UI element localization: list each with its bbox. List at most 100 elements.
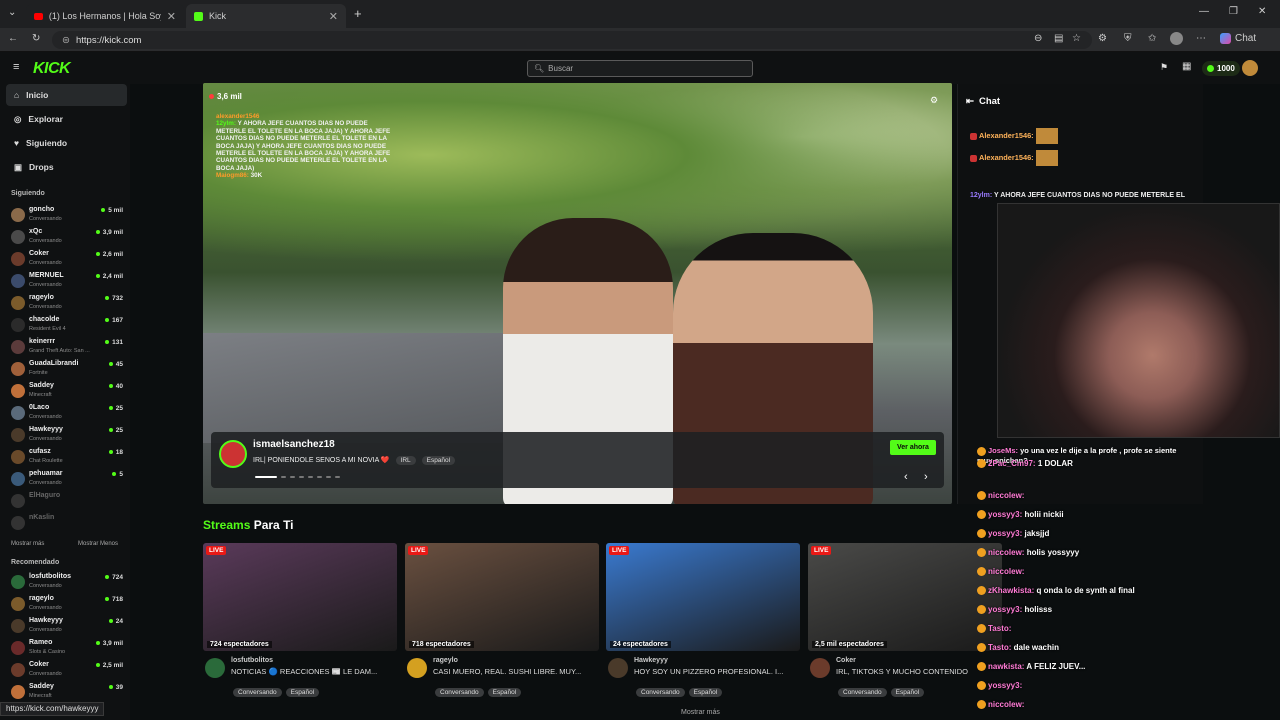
watch-now-button[interactable]: Ver ahora	[890, 440, 936, 455]
sidebar-channel-rageylo[interactable]: rageylo Conversando 718	[11, 594, 123, 616]
carousel-dot[interactable]	[317, 476, 322, 478]
tag[interactable]: Conversando	[233, 688, 282, 697]
chat-user[interactable]: niccolew:	[988, 700, 1024, 709]
carousel-dot[interactable]	[255, 476, 277, 478]
tag[interactable]: Español	[890, 688, 925, 697]
chat-user[interactable]: niccolew:	[988, 567, 1024, 576]
reload-icon[interactable]: ↻	[32, 33, 40, 44]
chat-user[interactable]: yossyy3:	[988, 529, 1022, 538]
sidebar-channel-coker[interactable]: Coker Conversando 2,6 mil	[11, 249, 123, 271]
show-more-streams[interactable]: Mostrar más	[681, 709, 720, 716]
extensions-icon[interactable]: ⚙	[1098, 33, 1107, 44]
chat-user[interactable]: niccolew:	[988, 491, 1024, 500]
tag[interactable]: Español	[487, 688, 522, 697]
sidebar-channel-chacolde[interactable]: chacolde Resident Evil 4 167	[11, 315, 123, 337]
grid-icon[interactable]: ▦	[1182, 61, 1191, 72]
chat-user[interactable]: zKhawkista:	[988, 586, 1034, 595]
sidebar-channel-hawkeyyy[interactable]: Hawkeyyy Conversando 25	[11, 425, 123, 447]
url-field[interactable]: ⊜ https://kick.com	[52, 31, 1092, 49]
close-tab-icon[interactable]: ✕	[329, 10, 338, 23]
sidebar-channel-nkaslin[interactable]: nKaslin	[11, 513, 123, 535]
card-avatar[interactable]	[205, 658, 225, 678]
card-channel[interactable]: Coker	[836, 657, 856, 664]
sidebar-channel-cufasz[interactable]: cufasz Chat Roulette 18	[11, 447, 123, 469]
card-channel[interactable]: losfutbolitos	[231, 657, 273, 664]
settings-icon[interactable]: ⚙	[930, 95, 938, 106]
sidebar-channel-rageylo[interactable]: rageylo Conversando 732	[11, 293, 123, 315]
stream-card-thumbnail[interactable]: LIVE 24 espectadores	[606, 543, 800, 651]
card-title[interactable]: HOY SOY UN PIZZERO PROFESIONAL. I...	[634, 667, 800, 676]
tag[interactable]: IRL	[395, 456, 416, 465]
sidebar-channel-saddey[interactable]: Saddey Minecraft 39	[11, 682, 123, 704]
leaderboard-icon[interactable]: ⚑	[1160, 62, 1168, 73]
user-avatar[interactable]	[1242, 60, 1258, 76]
coin-balance[interactable]: 1000	[1202, 61, 1240, 76]
carousel-dot[interactable]	[290, 476, 295, 478]
nav-drops[interactable]: ▣ Drops	[6, 156, 127, 178]
zoom-icon[interactable]: ⊖	[1034, 33, 1042, 44]
search-input[interactable]: 🔍︎ Buscar	[527, 60, 753, 77]
card-avatar[interactable]	[608, 658, 628, 678]
card-title[interactable]: NOTICIAS 🔵 REACCIONES 📰 LE DAM...	[231, 667, 397, 676]
carousel-next-icon[interactable]: ›	[924, 471, 928, 483]
show-more-link[interactable]: Mostrar más	[11, 541, 44, 547]
tag[interactable]: Conversando	[435, 688, 484, 697]
card-title[interactable]: CASI MUERO, REAL. SUSHI LIBRE. MUY...	[433, 667, 599, 676]
carousel-dot[interactable]	[335, 476, 340, 478]
sidebar-channel-xqc[interactable]: xQc Conversando 3,9 mil	[11, 227, 123, 249]
close-window-icon[interactable]: ✕	[1258, 6, 1266, 17]
sidebar-channel-keinerrr[interactable]: keinerrr Grand Theft Auto: San ... 131	[11, 337, 123, 359]
sidebar-channel-hawkeyyy[interactable]: Hawkeyyy Conversando 24	[11, 616, 123, 638]
sidebar-channel-0laco[interactable]: 0Laco Conversando 25	[11, 403, 123, 425]
close-tab-icon[interactable]: ✕	[167, 10, 176, 23]
chat-user[interactable]: 12ylm:	[970, 192, 992, 199]
card-avatar[interactable]	[407, 658, 427, 678]
sidebar-channel-elhaguro[interactable]: ElHaguro	[11, 491, 123, 513]
tab-list-icon[interactable]: ⌄	[8, 7, 16, 18]
copilot-button[interactable]: Chat	[1220, 33, 1256, 44]
sidebar-channel-saddey[interactable]: Saddey Minecraft 40	[11, 381, 123, 403]
chat-user[interactable]: yossyy3:	[988, 605, 1022, 614]
chat-user[interactable]: Tasto:	[988, 624, 1011, 633]
nav-inicio[interactable]: ⌂ Inicio	[6, 84, 127, 106]
show-less-link[interactable]: Mostrar Menos	[78, 541, 118, 547]
sidebar-channel-coker[interactable]: Coker Conversando 2,5 mil	[11, 660, 123, 682]
chat-user[interactable]: 2Pac_Cm97:	[988, 459, 1036, 468]
sidebar-channel-losfutbolitos[interactable]: losfutbolitos Conversando 724	[11, 572, 123, 594]
chat-user[interactable]: niccolew:	[988, 548, 1024, 557]
chat-user[interactable]: Alexander1546:	[979, 153, 1034, 162]
chat-user[interactable]: Alexander1546:	[979, 131, 1034, 140]
nav-explorar[interactable]: ◎ Explorar	[6, 108, 127, 130]
reader-icon[interactable]: ▤	[1054, 33, 1063, 44]
featured-stream-player[interactable]: 3,6 mil alexander1546 12ylm: Y AHORA JEF…	[203, 83, 952, 504]
profile-avatar[interactable]	[1170, 32, 1183, 45]
carousel-prev-icon[interactable]: ‹	[904, 471, 908, 483]
nav-siguiendo[interactable]: ♥ Siguiendo	[6, 132, 127, 154]
carousel-dot[interactable]	[308, 476, 313, 478]
tag[interactable]: Conversando	[838, 688, 887, 697]
sidebar-channel-mernuel[interactable]: MERNUEL Conversando 2,4 mil	[11, 271, 123, 293]
more-icon[interactable]: ⋯	[1196, 33, 1206, 44]
tag[interactable]: Español	[688, 688, 723, 697]
sidebar-channel-goncho[interactable]: goncho Conversando 5 mil	[11, 205, 123, 227]
stream-card-thumbnail[interactable]: LIVE 724 espectadores	[203, 543, 397, 651]
favorite-icon[interactable]: ☆	[1072, 33, 1081, 44]
chat-user[interactable]: JoseMs:	[988, 446, 1018, 455]
streamer-avatar[interactable]	[219, 440, 247, 468]
menu-icon[interactable]: ≡	[13, 61, 19, 73]
chat-user[interactable]: yossyy3:	[988, 510, 1022, 519]
tag[interactable]: Español	[285, 688, 320, 697]
card-avatar[interactable]	[810, 658, 830, 678]
card-channel[interactable]: Hawkeyyy	[634, 657, 668, 664]
maximize-icon[interactable]: ❐	[1229, 6, 1238, 17]
collapse-chat-icon[interactable]: ⇤	[966, 96, 974, 107]
sidebar-channel-guadalibrandi[interactable]: GuadaLibrandi Fortnite 45	[11, 359, 123, 381]
carousel-dot[interactable]	[299, 476, 304, 478]
carousel-dot[interactable]	[281, 476, 286, 478]
tab-kick[interactable]: Kick ✕	[186, 4, 346, 28]
stream-card-thumbnail[interactable]: LIVE 2,5 mil espectadores	[808, 543, 1002, 651]
chat-user[interactable]: Tasto:	[988, 643, 1011, 652]
tab-youtube[interactable]: (1) Los Hermanos | Hola Soy Germ ✕	[26, 4, 184, 28]
minimize-icon[interactable]: —	[1199, 6, 1209, 17]
streamer-name[interactable]: ismaelsanchez18	[253, 439, 335, 450]
